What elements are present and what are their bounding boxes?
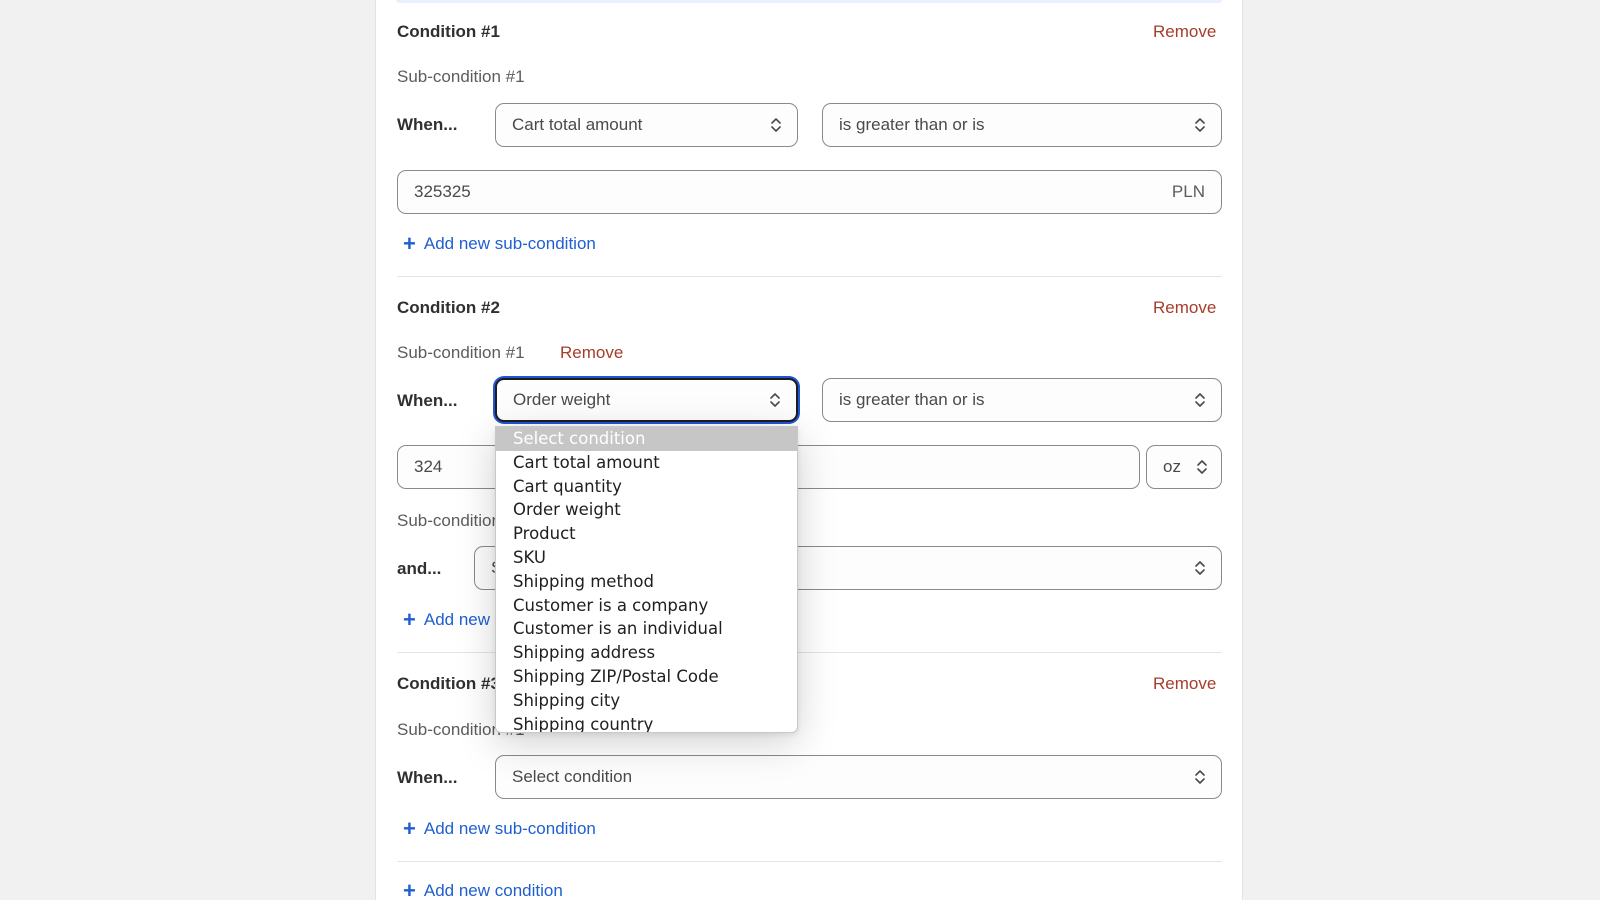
condition-1-when-label: When...: [397, 115, 458, 134]
condition-dropdown-list[interactable]: Select condition Cart total amount Cart …: [495, 426, 798, 733]
add-subcondition-label: Add new sub-condition: [423, 234, 596, 253]
chevron-up-down-icon: [1195, 458, 1209, 476]
divider: [397, 861, 1222, 862]
dropdown-option[interactable]: Shipping address: [496, 641, 797, 665]
condition-2-subcondition-1-label: Sub-condition #1: [397, 343, 525, 362]
condition-1-title: Condition #1: [397, 22, 500, 41]
plus-icon: +: [403, 816, 416, 841]
chevron-up-down-icon: [1193, 768, 1207, 786]
dropdown-option[interactable]: Shipping country: [496, 713, 797, 732]
plus-icon: +: [403, 878, 416, 900]
select-value: Select condition: [512, 767, 633, 786]
dropdown-option[interactable]: Order weight: [496, 498, 797, 522]
top-strip: [396, 0, 1222, 3]
condition-1-operator-select[interactable]: is greater than or is: [822, 103, 1222, 147]
add-subcondition-label: Add new sub-condition: [423, 819, 596, 838]
dropdown-option[interactable]: Shipping ZIP/Postal Code: [496, 665, 797, 689]
chevron-up-down-icon: [1193, 116, 1207, 134]
add-new-condition-link[interactable]: + Add new condition: [403, 880, 563, 900]
condition-3-add-subcondition-link[interactable]: + Add new sub-condition: [403, 818, 596, 840]
condition-3-title: Condition #3: [397, 674, 500, 693]
input-value: 325325: [414, 182, 471, 201]
condition-3-condition-select[interactable]: Select condition: [495, 755, 1222, 799]
plus-icon: +: [403, 607, 416, 632]
condition-1-remove-button[interactable]: Remove: [1153, 22, 1216, 42]
chevron-up-down-icon: [1193, 559, 1207, 577]
select-value: oz: [1163, 457, 1181, 476]
dropdown-option[interactable]: Customer is an individual: [496, 617, 797, 641]
dropdown-option[interactable]: Cart total amount: [496, 451, 797, 475]
condition-2-condition-select[interactable]: Order weight: [495, 378, 798, 422]
select-value: is greater than or is: [839, 390, 985, 409]
chevron-up-down-icon: [1193, 391, 1207, 409]
currency-suffix: PLN: [1171, 182, 1205, 201]
condition-2-title: Condition #2: [397, 298, 500, 317]
condition-1-amount-input[interactable]: 325325 PLN: [397, 170, 1222, 214]
condition-3-when-label: When...: [397, 768, 458, 787]
dropdown-option[interactable]: Product: [496, 522, 797, 546]
condition-2-subcondition-1-remove-button[interactable]: Remove: [560, 343, 623, 363]
condition-1-condition-select[interactable]: Cart total amount: [495, 103, 798, 147]
condition-2-unit-select[interactable]: oz: [1146, 445, 1222, 489]
condition-2-when-label: When...: [397, 391, 458, 410]
chevron-up-down-icon: [768, 391, 782, 409]
condition-2-operator-select[interactable]: is greater than or is: [822, 378, 1222, 422]
dropdown-option[interactable]: Shipping method: [496, 570, 797, 594]
chevron-up-down-icon: [769, 116, 783, 134]
divider: [397, 276, 1222, 277]
select-value: Order weight: [513, 390, 611, 409]
dropdown-option[interactable]: Cart quantity: [496, 475, 797, 499]
dropdown-option[interactable]: Customer is a company: [496, 594, 797, 618]
dropdown-option[interactable]: Shipping city: [496, 689, 797, 713]
condition-2-remove-button[interactable]: Remove: [1153, 298, 1216, 318]
add-condition-label: Add new condition: [423, 881, 563, 900]
select-value: Cart total amount: [512, 115, 643, 134]
dropdown-option[interactable]: SKU: [496, 546, 797, 570]
condition-2-and-label: and...: [397, 559, 442, 578]
select-value: is greater than or is: [839, 115, 985, 134]
dropdown-option[interactable]: Select condition: [496, 427, 797, 451]
condition-1-subcondition-1-label: Sub-condition #1: [397, 67, 525, 86]
condition-3-remove-button[interactable]: Remove: [1153, 674, 1216, 694]
plus-icon: +: [403, 231, 416, 256]
input-value: 324: [414, 457, 443, 476]
condition-1-add-subcondition-link[interactable]: + Add new sub-condition: [403, 233, 596, 255]
